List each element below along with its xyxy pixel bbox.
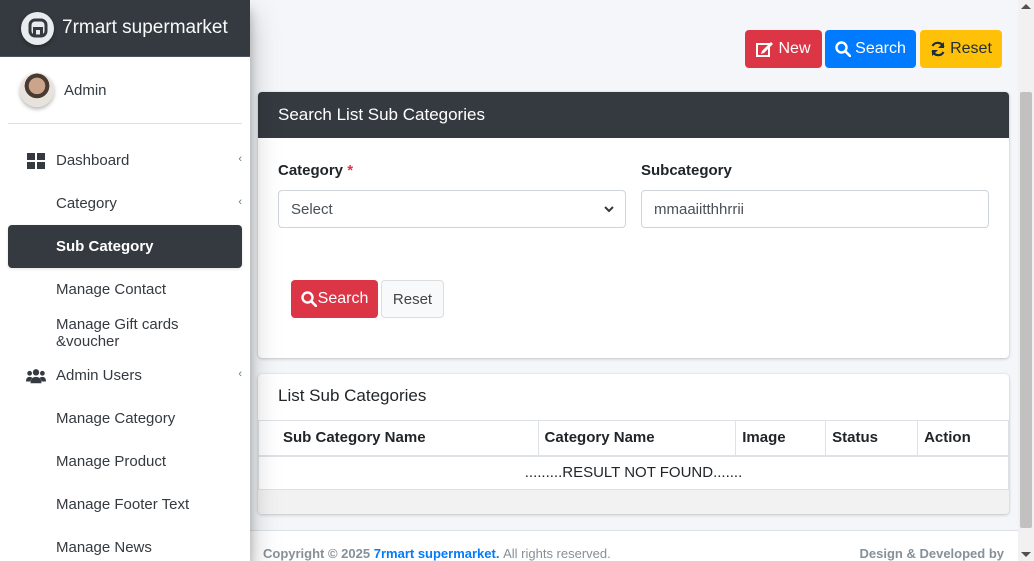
list-card-footer xyxy=(258,490,1009,514)
category-select[interactable]: Select xyxy=(278,190,626,228)
column-header[interactable]: Action xyxy=(917,420,1009,457)
reset-button[interactable]: Reset xyxy=(920,30,1002,68)
table-header-row: Sub Category Name Category Name Image St… xyxy=(258,420,1009,457)
footer-brand-link[interactable]: 7rmart supermarket. xyxy=(374,546,500,561)
sidebar-item-gift-cards[interactable]: Manage Gift cards &voucher xyxy=(8,311,242,354)
column-header[interactable]: Sub Category Name xyxy=(258,420,539,457)
search-card-title: Search List Sub Categories xyxy=(258,92,1009,138)
sidebar-item-label: Dashboard xyxy=(56,152,130,169)
search-form-button[interactable]: Search xyxy=(291,280,378,318)
footer-copyright: Copyright © 2025 7rmart supermarket. All… xyxy=(263,546,611,561)
category-label: Category * xyxy=(278,162,353,179)
search-button[interactable]: Search xyxy=(825,30,916,68)
sidebar-nav: Dashboard ‹ Category ‹ Sub Category Mana… xyxy=(0,139,250,561)
scrollbar[interactable] xyxy=(1018,0,1034,561)
brand-logo-icon xyxy=(21,11,54,45)
sidebar-item-manage-category[interactable]: Manage Category xyxy=(8,397,242,440)
sidebar-item-label: Category xyxy=(56,195,117,212)
category-label-text: Category xyxy=(278,162,344,179)
sidebar-item-label: Admin Users xyxy=(56,367,142,384)
category-select-value: Select xyxy=(291,200,333,218)
page-title-fragment xyxy=(410,0,440,4)
page-footer: Copyright © 2025 7rmart supermarket. All… xyxy=(250,530,1018,561)
scroll-thumb[interactable] xyxy=(1020,92,1032,528)
sidebar-item-label: Manage Footer Text xyxy=(56,496,190,513)
users-icon xyxy=(26,368,46,384)
list-card-title: List Sub Categories xyxy=(278,386,427,405)
sidebar-item-manage-product[interactable]: Manage Product xyxy=(8,440,242,483)
brand-name: 7rmart supermarket xyxy=(62,17,228,38)
reset-form-button[interactable]: Reset xyxy=(381,280,444,318)
dashboard-icon xyxy=(26,152,46,169)
sidebar: 7rmart supermarket Admin Dashboard ‹ Cat… xyxy=(0,0,250,561)
sidebar-item-manage-news[interactable]: Manage News xyxy=(8,526,242,561)
main-content: New Search Reset Search List Sub Categor… xyxy=(250,0,1018,561)
brand-link[interactable]: 7rmart supermarket xyxy=(0,0,250,57)
reset-button-label: Reset xyxy=(950,40,992,57)
subcategory-label: Subcategory xyxy=(641,162,732,179)
search-card: Search List Sub Categories Category * Se… xyxy=(258,92,1009,358)
caret-icon: ‹ xyxy=(238,368,242,380)
sidebar-item-category[interactable]: Category ‹ xyxy=(8,182,242,225)
new-button-label: New xyxy=(778,40,811,57)
rights-text: All rights reserved. xyxy=(503,546,611,561)
chevron-down-icon xyxy=(604,206,614,213)
sidebar-item-label: Manage Contact xyxy=(56,281,167,298)
sidebar-item-label: Manage Product xyxy=(56,453,167,470)
caret-icon: ‹ xyxy=(238,153,242,165)
search-form-button-label: Search xyxy=(317,290,369,307)
column-header[interactable]: Status xyxy=(825,420,919,457)
scroll-down-icon[interactable] xyxy=(1021,552,1031,557)
sub-category-table: Sub Category Name Category Name Image St… xyxy=(258,420,1009,490)
new-button[interactable]: New xyxy=(745,30,822,68)
avatar xyxy=(20,73,54,107)
sidebar-item-manage-footer-text[interactable]: Manage Footer Text xyxy=(8,483,242,526)
sidebar-item-admin-users[interactable]: Admin Users ‹ xyxy=(8,354,242,397)
footer-credit: Design & Developed by xyxy=(859,546,1004,561)
sidebar-item-manage-contact[interactable]: Manage Contact xyxy=(8,268,242,311)
user-name: Admin xyxy=(64,81,107,99)
copyright-text: Copyright © 2025 xyxy=(263,546,371,561)
scroll-up-icon[interactable] xyxy=(1021,4,1031,9)
table-row: .........RESULT NOT FOUND....... xyxy=(258,455,1009,490)
user-panel[interactable]: Admin xyxy=(8,57,242,124)
sync-icon xyxy=(931,41,945,57)
sidebar-item-label: Manage News xyxy=(56,539,152,556)
subcategory-input[interactable]: mmaaiitthhrrii xyxy=(641,190,989,228)
sidebar-item-sub-category[interactable]: Sub Category xyxy=(8,225,242,268)
column-header[interactable]: Category Name xyxy=(537,420,737,457)
search-icon xyxy=(835,41,852,57)
sidebar-item-dashboard[interactable]: Dashboard ‹ xyxy=(8,139,242,182)
empty-message: .........RESULT NOT FOUND....... xyxy=(258,455,1009,490)
sidebar-item-label: Manage Category xyxy=(56,410,176,427)
search-button-label: Search xyxy=(855,40,906,57)
search-icon xyxy=(300,291,317,307)
list-card: List Sub Categories Sub Category Name Ca… xyxy=(258,374,1009,514)
edit-icon xyxy=(756,42,774,57)
sidebar-item-label: Sub Category xyxy=(56,238,154,255)
column-header[interactable]: Image xyxy=(735,420,827,457)
subcategory-input-value: mmaaiitthhrrii xyxy=(654,200,745,218)
sidebar-item-label: Manage Gift cards &voucher xyxy=(56,315,179,350)
required-mark: * xyxy=(347,162,354,179)
caret-icon: ‹ xyxy=(238,196,242,208)
